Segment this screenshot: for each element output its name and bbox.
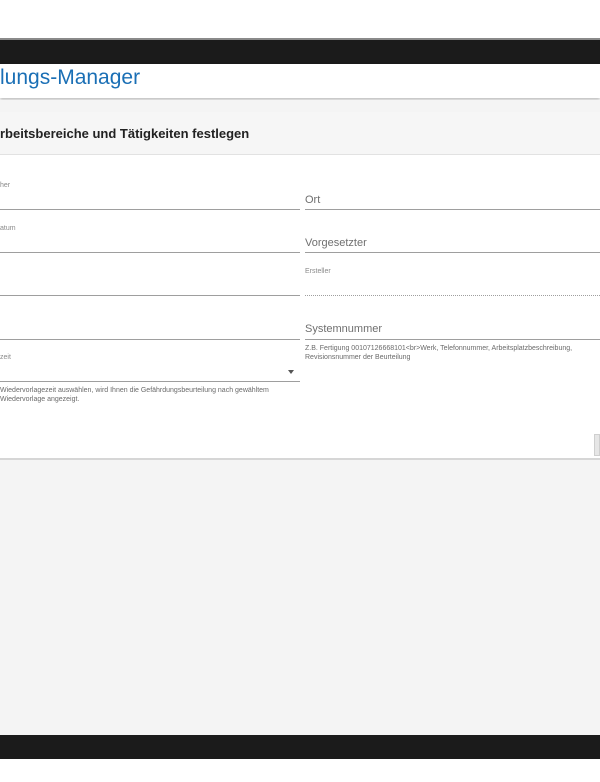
chevron-down-icon[interactable] [288,370,294,374]
wiedervorlagezeit-hint-line-2: Wiedervorlage angezeigt. [0,396,80,403]
ersteller-field: Ersteller [305,264,600,296]
systemnummer-hint-line-2: Revisionsnummer der Beurteilung [305,354,411,361]
systemnummer-field[interactable]: Systemnummer [305,308,600,340]
left-field-4[interactable] [0,308,300,340]
vorgesetzter-label: Vorgesetzter [305,237,367,249]
vorgesetzter-field[interactable]: Vorgesetzter [305,221,600,253]
systemnummer-hint: Z.B. Fertigung 00107126668101<br>Werk, T… [305,344,600,362]
browser-top-bar [0,38,600,64]
systemnummer-hint-line-1: Z.B. Fertigung 00107126668101<br>Werk, T… [305,345,573,352]
screen-bottom-margin [0,759,600,782]
left-field-1[interactable]: her [0,178,300,210]
left-field-1-underline [0,209,300,210]
systemnummer-underline [305,339,600,340]
screen-top-margin [0,0,600,38]
ort-underline [305,209,600,210]
systemnummer-label: Systemnummer [305,323,383,335]
ersteller-underline [305,295,600,296]
app-title: lungs-Manager [0,66,141,89]
vorgesetzter-underline [305,252,600,253]
ort-label: Ort [305,194,321,206]
ort-field[interactable]: Ort [305,178,600,210]
card-title: rbeitsbereiche und Tätigkeiten festlegen [0,126,250,141]
left-field-2-label: atum [0,225,16,232]
left-field-4-underline [0,339,300,340]
wiedervorlagezeit-hint-line-1: Wiedervorlagezeit auswählen, wird Ihnen … [0,387,269,394]
main-area: rbeitsbereiche und Tätigkeiten festlegen… [0,100,600,735]
left-field-3-underline [0,295,300,296]
left-field-2-underline [0,252,300,253]
wiedervorlagezeit-select[interactable]: zeit [0,352,300,382]
left-field-2[interactable]: atum [0,221,300,253]
form-card: rbeitsbereiche und Tätigkeiten festlegen… [0,112,600,460]
browser-bottom-bar [0,735,600,759]
wiedervorlagezeit-label: zeit [0,354,11,361]
left-field-1-label: her [0,182,11,189]
card-header: rbeitsbereiche und Tätigkeiten festlegen [0,112,600,155]
scrollbar-thumb[interactable] [594,434,600,456]
wiedervorlagezeit-underline [0,381,300,382]
left-field-3[interactable] [0,264,300,296]
ersteller-label: Ersteller [305,268,331,275]
wiedervorlagezeit-hint: Wiedervorlagezeit auswählen, wird Ihnen … [0,386,300,404]
app-header: lungs-Manager [0,64,600,98]
